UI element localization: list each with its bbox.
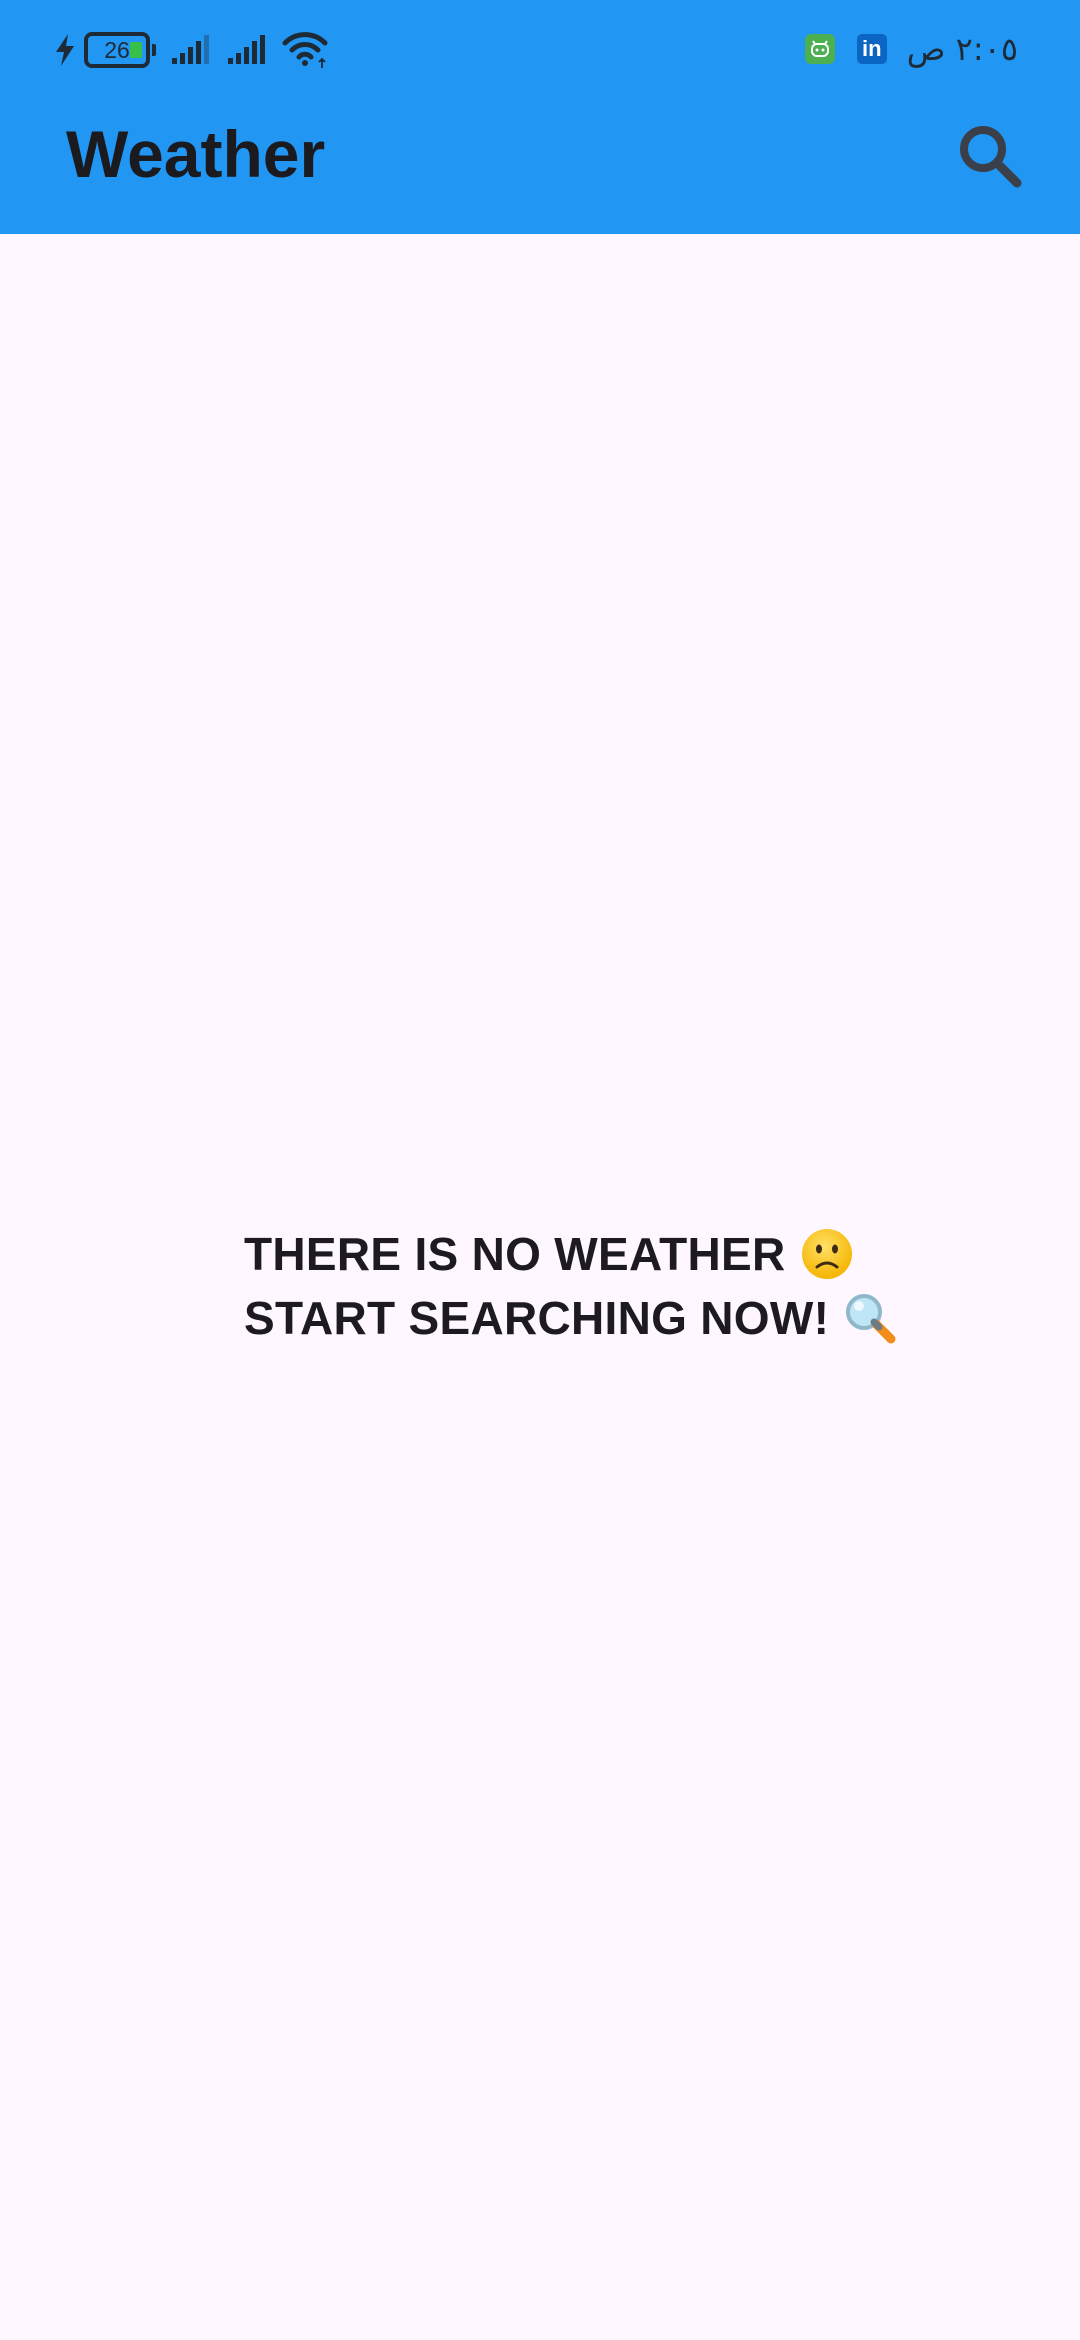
empty-state-line: START SEARCHING NOW! <box>244 1286 1044 1350</box>
empty-state-line: THERE IS NO WEATHER <box>244 1222 1044 1286</box>
magnifying-glass-emoji <box>846 1294 896 1344</box>
linkedin-icon: in <box>856 34 887 64</box>
app-notification-icon <box>804 34 835 64</box>
empty-state-message: THERE IS NO WEATHER START SEARCHING NOW! <box>244 1222 1044 1350</box>
status-bar: 26 in ٢:٠٥ ص <box>0 0 1080 96</box>
signal-icon <box>228 35 265 64</box>
signal-icon <box>172 35 209 64</box>
slightly-frowning-face-emoji <box>801 1229 852 1279</box>
charging-icon <box>56 34 74 66</box>
status-bar-right: in ٢:٠٥ ص <box>804 28 1018 70</box>
wifi-icon <box>282 32 328 68</box>
search-icon <box>960 126 1022 188</box>
battery-percentage: 26 <box>104 37 130 63</box>
app-header: 26 in ٢:٠٥ ص Weather <box>0 0 1080 234</box>
status-bar-clock: ٢:٠٥ ص <box>906 30 1018 68</box>
battery-tip <box>152 44 156 56</box>
no-weather-text: THERE IS NO WEATHER <box>244 1228 786 1280</box>
search-button[interactable] <box>950 116 1030 196</box>
start-searching-text: START SEARCHING NOW! <box>244 1292 830 1344</box>
status-bar-left: 26 <box>54 30 328 70</box>
page-title: Weather <box>66 117 326 191</box>
battery-icon: 26 <box>84 32 150 68</box>
